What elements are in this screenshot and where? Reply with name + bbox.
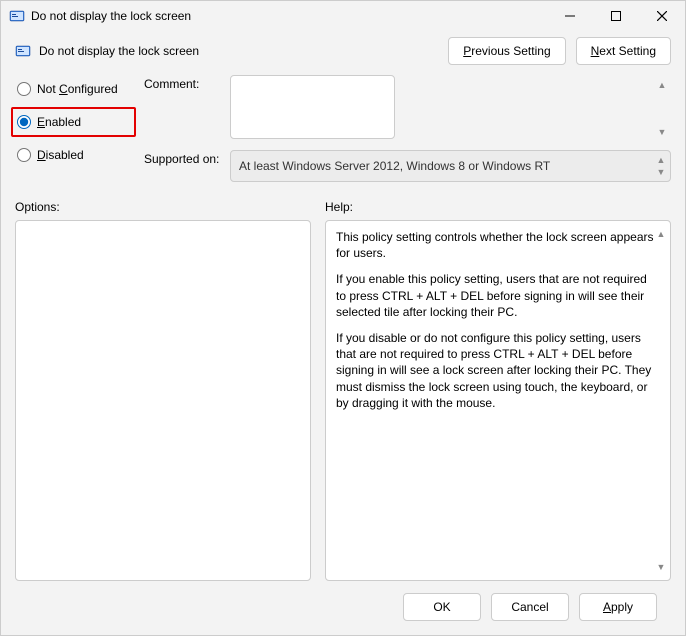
panels: This policy setting controls whether the… — [15, 220, 671, 581]
options-panel — [15, 220, 311, 581]
policy-icon — [9, 8, 25, 24]
radio-disabled-label: Disabled — [37, 148, 84, 162]
radio-disabled-input[interactable] — [17, 148, 31, 162]
top-section: Not Configured Enabled Disabled Comment: — [15, 75, 671, 182]
header-left: Do not display the lock screen — [15, 43, 448, 59]
radio-not-configured[interactable]: Not Configured — [15, 79, 130, 99]
radio-not-configured-input[interactable] — [17, 82, 31, 96]
previous-setting-button[interactable]: Previous Setting — [448, 37, 565, 65]
comment-row: Comment: ▲ ▼ — [144, 75, 671, 142]
help-label: Help: — [325, 200, 353, 214]
supported-text: At least Windows Server 2012, Windows 8 … — [239, 159, 550, 173]
next-setting-button[interactable]: Next Setting — [576, 37, 671, 65]
policy-icon — [15, 43, 31, 59]
titlebar: Do not display the lock screen — [1, 1, 685, 31]
body-area: Not Configured Enabled Disabled Comment: — [1, 75, 685, 635]
comment-textarea[interactable] — [230, 75, 395, 139]
right-column: Comment: ▲ ▼ Supported on: At least Wind… — [144, 75, 671, 182]
supported-row: Supported on: At least Windows Server 20… — [144, 150, 671, 182]
radio-enabled-input[interactable] — [17, 115, 31, 129]
supported-value: At least Windows Server 2012, Windows 8 … — [230, 150, 671, 182]
apply-button[interactable]: Apply — [579, 593, 657, 621]
help-paragraph-3: If you disable or do not configure this … — [336, 330, 660, 411]
mid-labels: Options: Help: — [15, 182, 671, 220]
scroll-down-icon[interactable]: ▼ — [654, 165, 668, 179]
radio-enabled-label: Enabled — [37, 115, 81, 129]
radio-disabled[interactable]: Disabled — [15, 145, 130, 165]
options-label: Options: — [15, 200, 325, 214]
help-paragraph-1: This policy setting controls whether the… — [336, 229, 660, 261]
ok-button[interactable]: OK — [403, 593, 481, 621]
supported-label: Supported on: — [144, 150, 222, 166]
comment-label: Comment: — [144, 75, 222, 91]
state-radios: Not Configured Enabled Disabled — [15, 75, 130, 182]
maximize-icon — [611, 11, 621, 21]
minimize-button[interactable] — [547, 1, 593, 31]
scroll-up-icon[interactable]: ▲ — [655, 78, 669, 92]
policy-title: Do not display the lock screen — [39, 44, 199, 58]
header-row: Do not display the lock screen Previous … — [1, 31, 685, 75]
radio-not-configured-label: Not Configured — [37, 82, 118, 96]
scroll-down-icon[interactable]: ▼ — [655, 125, 669, 139]
scroll-down-icon[interactable]: ▼ — [654, 560, 668, 574]
close-button[interactable] — [639, 1, 685, 31]
minimize-icon — [565, 11, 575, 21]
footer-buttons: OK Cancel Apply — [15, 581, 671, 635]
cancel-button[interactable]: Cancel — [491, 593, 569, 621]
scroll-up-icon[interactable]: ▲ — [654, 227, 668, 241]
window-title: Do not display the lock screen — [31, 9, 547, 23]
maximize-button[interactable] — [593, 1, 639, 31]
window-controls — [547, 1, 685, 31]
policy-editor-window: Do not display the lock screen Do not di… — [0, 0, 686, 636]
radio-enabled[interactable]: Enabled — [15, 112, 130, 132]
enabled-highlight: Enabled — [11, 107, 136, 137]
close-icon — [657, 11, 667, 21]
help-panel: This policy setting controls whether the… — [325, 220, 671, 581]
help-paragraph-2: If you enable this policy setting, users… — [336, 271, 660, 320]
nav-buttons: Previous Setting Next Setting — [448, 37, 671, 65]
